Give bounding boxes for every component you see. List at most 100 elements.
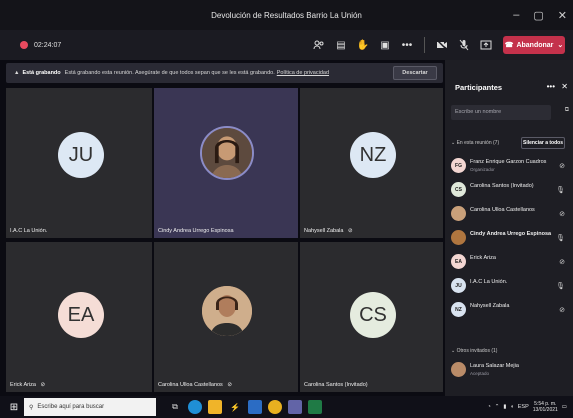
participant-role: Organizador	[470, 167, 495, 172]
participant-name: Carolina Ulloa Castellanos	[470, 207, 535, 213]
teams-icon[interactable]	[288, 400, 302, 414]
avatar: FG	[451, 158, 466, 173]
share-invite-icon[interactable]: ⧉	[565, 107, 569, 114]
chat-button[interactable]: ▤	[330, 34, 352, 56]
mic-off-icon: ⊘	[559, 211, 565, 218]
file-explorer-icon[interactable]	[208, 400, 222, 414]
meeting-toolbar: 02:24:07 ▤ ✋ ▣ ••• ☎ Abandonar ⌄	[0, 30, 573, 60]
window-titlebar: Devolución de Resultados Barrio La Unión…	[0, 0, 573, 30]
rooms-button[interactable]: ▣	[374, 34, 396, 56]
participant-row[interactable]: CS Carolina Santos (Invitado) 🎙	[451, 178, 565, 202]
participant-name-text: Erick Ariza	[10, 382, 36, 388]
more-icon: •••	[401, 39, 413, 51]
language-indicator[interactable]: ESP	[518, 404, 529, 410]
participant-name: Cindy Andrea Urrego Espinosa	[470, 231, 552, 237]
video-tile[interactable]: NZ Nahysell Zabala ⊘	[300, 88, 443, 238]
chrome-icon[interactable]	[268, 400, 282, 414]
participant-row[interactable]: EA Erick Ariza ⊘	[451, 250, 565, 274]
participant-row[interactable]: Carolina Ulloa Castellanos ⊘	[451, 202, 565, 226]
maximize-button[interactable]: ▢	[533, 9, 543, 22]
minimize-button[interactable]: –	[513, 9, 519, 21]
participant-row[interactable]: FG Franz Enrique Garzon Cuadros Organiza…	[451, 154, 565, 178]
participant-name: Nahysell Zabala	[470, 303, 510, 309]
more-actions-button[interactable]: •••	[396, 34, 418, 56]
video-tile[interactable]: CS Carolina Santos (Invitado)	[300, 242, 443, 392]
clock-date: 13/01/2021	[532, 407, 558, 413]
share-screen-icon	[480, 40, 492, 50]
participants-panel: Participantes ••• ✕ Escribe un nombre ⧉ …	[445, 60, 573, 396]
phone-icon: ☎	[504, 42, 514, 49]
more-options-icon[interactable]: •••	[547, 82, 555, 91]
search-icon: ⚲	[29, 404, 34, 411]
volume-icon[interactable]: ◖	[510, 404, 513, 410]
participants-button[interactable]	[308, 34, 330, 56]
close-icon[interactable]: ✕	[561, 82, 568, 91]
meeting-timer: 02:24:07	[34, 41, 62, 49]
mute-all-button[interactable]: Silenciar a todos	[521, 137, 565, 149]
video-tile[interactable]: JU I.A.C La Unión.	[6, 88, 152, 238]
other-guests-section-header[interactable]: ⌄ Otros invitados (1)	[451, 348, 497, 354]
window-title: Devolución de Resultados Barrio La Unión	[211, 10, 362, 20]
in-meeting-section-header[interactable]: ⌄ En esta reunión (7)	[451, 140, 499, 146]
privacy-link[interactable]: Política de privacidad	[277, 70, 329, 76]
store-icon[interactable]: ⚡	[228, 400, 242, 414]
camera-off-icon	[436, 39, 448, 51]
edge-icon[interactable]	[188, 400, 202, 414]
chevron-down-icon: ⌄	[557, 42, 564, 49]
participant-row[interactable]: Cindy Andrea Urrego Espinosa 🎙	[451, 226, 565, 250]
participant-name: Franz Enrique Garzon Cuadros	[470, 159, 547, 165]
avatar: NZ	[350, 132, 396, 178]
person-photo-icon	[202, 128, 252, 178]
avatar	[200, 126, 254, 180]
people-icon	[313, 40, 324, 50]
participant-name: Erick Ariza ⊘	[10, 382, 45, 388]
participant-name: Carolina Ulloa Castellanos ⊘	[158, 382, 232, 388]
raise-hand-button[interactable]: ✋	[352, 34, 374, 56]
leave-button[interactable]: ☎ Abandonar ⌄	[503, 36, 565, 54]
section-label: En esta reunión (7)	[456, 140, 500, 146]
chevron-up-icon[interactable]: ⌃	[495, 404, 500, 410]
windows-start-icon[interactable]: ⊞	[4, 396, 24, 418]
word-icon[interactable]	[248, 400, 262, 414]
network-icon[interactable]: ▮	[503, 404, 506, 410]
panel-title: Participantes	[455, 83, 503, 92]
video-tile[interactable]: Carolina Ulloa Castellanos ⊘	[154, 242, 298, 392]
participant-role: Aceptado	[470, 371, 490, 376]
avatar	[451, 230, 466, 245]
taskbar-apps: ⧉ ⚡	[168, 400, 322, 414]
avatar: EA	[58, 292, 104, 338]
taskbar-clock[interactable]: 5:54 p. m. 13/01/2021	[533, 401, 558, 413]
participant-name: I.A.C La Unión.	[10, 228, 48, 234]
participant-row[interactable]: NZ Nahysell Zabala ⊘	[451, 298, 565, 322]
share-button[interactable]	[475, 34, 497, 56]
notifications-icon[interactable]: ▭	[562, 404, 567, 410]
mic-off-icon: ⊘	[227, 382, 232, 388]
video-tile-active-speaker[interactable]: Cindy Andrea Urrego Espinosa	[154, 88, 298, 238]
microphone-button[interactable]	[453, 34, 475, 56]
taskbar-search-placeholder: Escribe aquí para buscar	[37, 404, 105, 410]
participant-search-input[interactable]: Escribe un nombre	[451, 105, 551, 120]
avatar: NZ	[451, 302, 466, 317]
participant-row[interactable]: JU I.A.C La Unión. 🎙	[451, 274, 565, 298]
dismiss-button[interactable]: Descartar	[393, 66, 437, 80]
task-view-icon[interactable]: ⧉	[168, 400, 182, 414]
participant-row[interactable]: Laura Salazar Mejia Aceptado	[451, 358, 565, 382]
system-tray: ◔ ⌃ ▮ ◖ ESP 5:54 p. m. 13/01/2021 ▭	[487, 396, 567, 418]
weather-icon[interactable]: ◔	[487, 404, 490, 410]
banner-title: Está grabando	[22, 70, 61, 76]
participant-name-text: Carolina Ulloa Castellanos	[158, 382, 223, 388]
avatar: CS	[350, 292, 396, 338]
video-tile[interactable]: EA Erick Ariza ⊘	[6, 242, 152, 392]
chevron-down-icon: ⌄	[451, 348, 456, 354]
taskbar-search-input[interactable]: ⚲ Escribe aquí para buscar	[24, 398, 156, 416]
rooms-icon: ▣	[380, 39, 390, 51]
avatar: JU	[451, 278, 466, 293]
hand-icon: ✋	[356, 39, 370, 51]
camera-button[interactable]	[431, 34, 453, 56]
avatar: JU	[58, 132, 104, 178]
participant-name: Cindy Andrea Urrego Espinosa	[158, 228, 234, 234]
meeting-controls: ▤ ✋ ▣ ••• ☎ Abandonar ⌄	[308, 30, 565, 60]
mic-off-icon	[459, 39, 469, 51]
excel-icon[interactable]	[308, 400, 322, 414]
close-button[interactable]: ✕	[558, 9, 567, 22]
